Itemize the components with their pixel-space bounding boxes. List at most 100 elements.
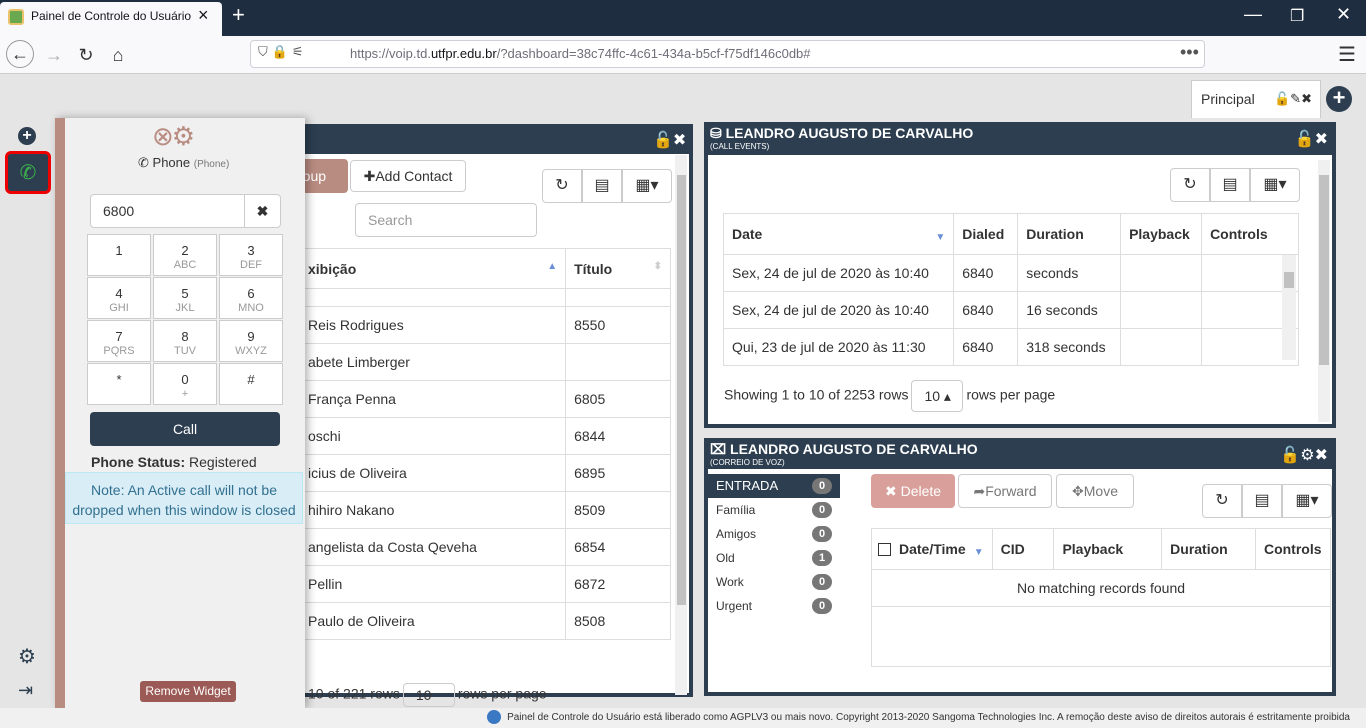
- widget-scrollbar-thumb[interactable]: [1319, 175, 1329, 365]
- columns-icon[interactable]: ▦▾: [622, 169, 672, 203]
- dial-input[interactable]: 6800: [90, 194, 245, 228]
- dialpad-key[interactable]: 9 WXYZ: [219, 320, 283, 362]
- column-header-duration[interactable]: Duration: [1017, 213, 1122, 255]
- search-input[interactable]: Search: [355, 203, 537, 237]
- table-row[interactable]: oschi 6844: [300, 417, 671, 455]
- minimize-icon[interactable]: —: [1244, 4, 1262, 25]
- widget-controls[interactable]: 🔓✖: [1295, 129, 1328, 149]
- call-playback[interactable]: [1120, 291, 1203, 329]
- add-widget-icon[interactable]: +: [18, 127, 36, 145]
- list-view-icon[interactable]: ▤: [1210, 168, 1250, 202]
- dialpad-key[interactable]: 0 +: [153, 363, 217, 405]
- column-header-dialed[interactable]: Dialed: [953, 213, 1019, 255]
- forward-button[interactable]: ➦Forward: [958, 474, 1052, 508]
- tab-close-icon[interactable]: ×: [198, 5, 209, 26]
- table-row[interactable]: Sex, 24 de jul de 2020 às 10:40 6840 16 se…: [722, 291, 1299, 329]
- dialpad-key[interactable]: 5 JKL: [153, 277, 217, 319]
- voicemail-folder[interactable]: Família 0: [708, 498, 840, 522]
- add-dashboard-icon[interactable]: +: [1326, 86, 1352, 112]
- dialpad-key[interactable]: 1: [87, 234, 151, 276]
- dialpad-key[interactable]: #: [219, 363, 283, 405]
- dialpad-key[interactable]: 8 TUV: [153, 320, 217, 362]
- column-header-playback[interactable]: Playback: [1120, 213, 1203, 255]
- columns-icon[interactable]: ▦▾: [1282, 484, 1332, 518]
- table-row[interactable]: icius de Oliveira 6895: [300, 454, 671, 492]
- widget-controls[interactable]: 🔓✖: [653, 130, 686, 150]
- column-header-cid[interactable]: CID: [991, 528, 1055, 570]
- dialpad-digit: 0: [181, 372, 189, 387]
- dialpad-key[interactable]: *: [87, 363, 151, 405]
- column-header-controls[interactable]: Controls: [1201, 213, 1299, 255]
- table-row[interactable]: abete Limberger: [300, 343, 671, 381]
- voicemail-folder[interactable]: Amigos 0: [708, 522, 840, 546]
- table-row[interactable]: Pellin 6872: [300, 565, 671, 603]
- phone-widget-icon[interactable]: ✆: [5, 151, 51, 194]
- gear-icon[interactable]: ⚙: [172, 121, 195, 151]
- clear-icon[interactable]: ✖: [244, 194, 281, 228]
- reload-icon[interactable]: ↻: [72, 42, 100, 68]
- dialpad-key[interactable]: 7 PQRS: [87, 320, 151, 362]
- voicemail-folder[interactable]: Urgent 0: [708, 594, 840, 618]
- call-button[interactable]: Call: [90, 412, 280, 446]
- move-button[interactable]: ✥Move: [1056, 474, 1134, 508]
- scrollbar[interactable]: [1282, 255, 1296, 360]
- table-row[interactable]: [300, 288, 671, 307]
- column-header-datetime[interactable]: Date/Time ▼: [871, 528, 993, 570]
- settings-icon[interactable]: ⚙: [18, 644, 36, 669]
- list-view-icon[interactable]: ▤: [582, 169, 622, 203]
- table-row[interactable]: Paulo de Oliveira 8508: [300, 602, 671, 640]
- close-circle-icon[interactable]: ⊗: [152, 121, 174, 151]
- page-size-select[interactable]: 10: [402, 683, 455, 707]
- scrollbar-thumb[interactable]: [677, 175, 686, 605]
- column-header-controls[interactable]: Controls: [1254, 528, 1332, 570]
- home-icon[interactable]: ⌂: [104, 42, 132, 68]
- dialpad-key[interactable]: 3 DEF: [219, 234, 283, 276]
- column-header-name[interactable]: xibição ▲: [300, 248, 567, 289]
- select-all-checkbox[interactable]: [878, 543, 891, 557]
- refresh-icon[interactable]: ↻: [542, 169, 582, 203]
- dialpad-key[interactable]: 2 ABC: [153, 234, 217, 276]
- more-icon[interactable]: •••: [1180, 42, 1199, 63]
- dialpad-key[interactable]: 4 GHI: [87, 277, 151, 319]
- columns-icon[interactable]: ▦▾: [1250, 168, 1300, 202]
- list-view-icon[interactable]: ▤: [1242, 484, 1282, 518]
- refresh-icon[interactable]: ↻: [1202, 484, 1242, 518]
- table-row[interactable]: França Penna 6805: [300, 380, 671, 418]
- scrollbar-thumb[interactable]: [1284, 272, 1294, 288]
- call-playback[interactable]: [1120, 328, 1203, 366]
- back-icon[interactable]: ←: [6, 40, 34, 68]
- add-contact-button[interactable]: ✚Add Contact: [350, 160, 466, 192]
- menu-icon[interactable]: ☰: [1338, 42, 1356, 67]
- call-playback[interactable]: [1120, 254, 1203, 292]
- restore-icon[interactable]: ❐: [1290, 6, 1304, 26]
- table-row[interactable]: Sex, 24 de jul de 2020 às 10:40 6840 secon…: [722, 254, 1299, 292]
- voicemail-folder[interactable]: ENTRADA 0: [708, 474, 840, 498]
- table-row[interactable]: angelista da Costa Qeveha 6854: [300, 528, 671, 566]
- table-row[interactable]: Reis Rodrigues 8550: [300, 306, 671, 344]
- new-tab-icon[interactable]: +: [232, 2, 245, 28]
- remove-widget-button[interactable]: Remove Widget: [140, 681, 236, 702]
- voicemail-folder[interactable]: Work 0: [708, 570, 840, 594]
- url-text[interactable]: https://voip.td.utfpr.edu.br/?dashboard=…: [350, 46, 811, 61]
- close-window-icon[interactable]: ✕: [1336, 4, 1351, 25]
- dashboard-tab-controls[interactable]: 🔓✎✖: [1274, 91, 1312, 107]
- security-icons[interactable]: ⛉🔒⚟: [258, 44, 308, 60]
- widget-controls[interactable]: 🔓⚙✖: [1280, 445, 1328, 465]
- contact-title: [565, 343, 671, 381]
- delete-button[interactable]: ✖ Delete: [871, 474, 955, 508]
- column-header-playback[interactable]: Playback: [1053, 528, 1163, 570]
- page-size-select[interactable]: 10 ▴: [911, 380, 964, 412]
- table-row[interactable]: Qui, 23 de jul de 2020 às 11:30 6840 318 s…: [722, 328, 1299, 366]
- voicemail-subtitle: (CORREIO DE VOZ): [710, 458, 785, 467]
- logout-icon[interactable]: ⇥: [18, 680, 33, 701]
- forward-icon[interactable]: →: [40, 42, 68, 68]
- dialpad-key[interactable]: 6 MNO: [219, 277, 283, 319]
- refresh-icon[interactable]: ↻: [1170, 168, 1210, 202]
- phone-panel-controls[interactable]: ⊗⚙: [152, 121, 195, 152]
- column-header-title[interactable]: Título ⬍: [565, 248, 671, 289]
- table-row[interactable]: hihiro Nakano 8509: [300, 491, 671, 529]
- dialpad-letters: WXYZ: [235, 345, 267, 357]
- column-header-duration[interactable]: Duration: [1161, 528, 1256, 570]
- column-header-date[interactable]: Date ▼: [722, 213, 955, 255]
- voicemail-folder[interactable]: Old 1: [708, 546, 840, 570]
